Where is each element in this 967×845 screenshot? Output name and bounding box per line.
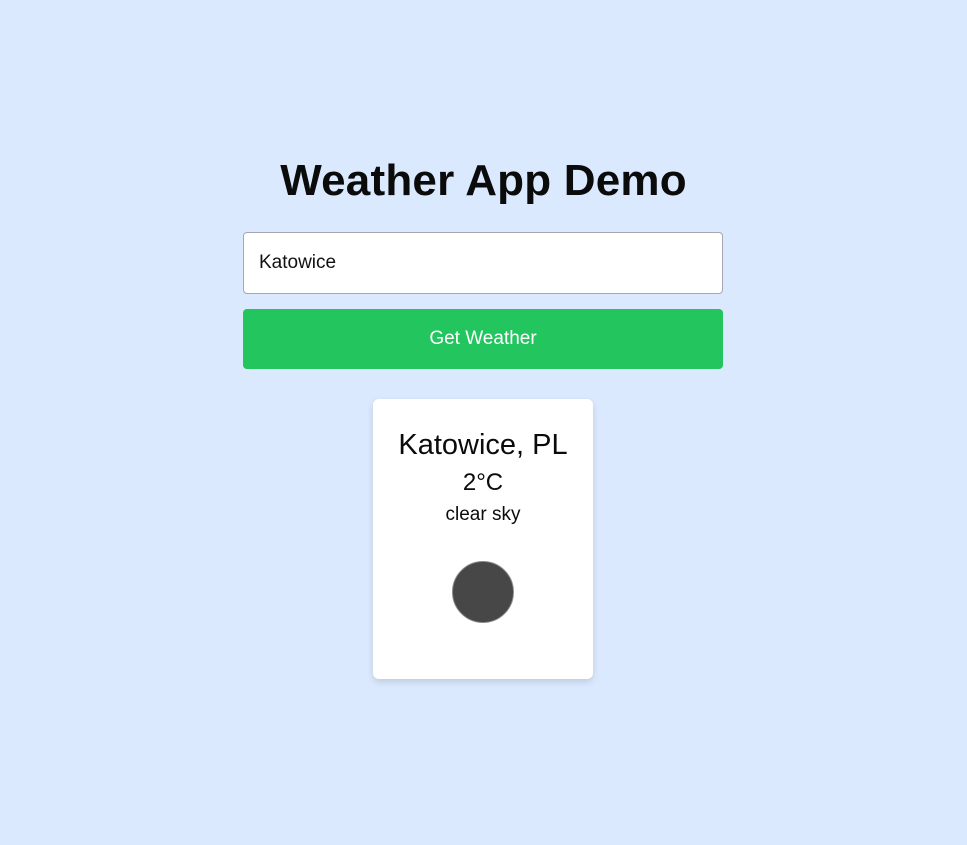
weather-temperature: 2°C [462,469,504,496]
weather-app: Weather App Demo Get Weather Katowice, P… [0,0,967,845]
page-title: Weather App Demo [280,156,687,205]
weather-icon [452,561,514,623]
weather-card: Katowice, PL 2°C clear sky [373,399,593,679]
get-weather-button[interactable]: Get Weather [243,309,723,369]
weather-location: Katowice, PL [398,429,568,461]
weather-description: clear sky [445,504,521,525]
city-input[interactable] [243,232,723,294]
